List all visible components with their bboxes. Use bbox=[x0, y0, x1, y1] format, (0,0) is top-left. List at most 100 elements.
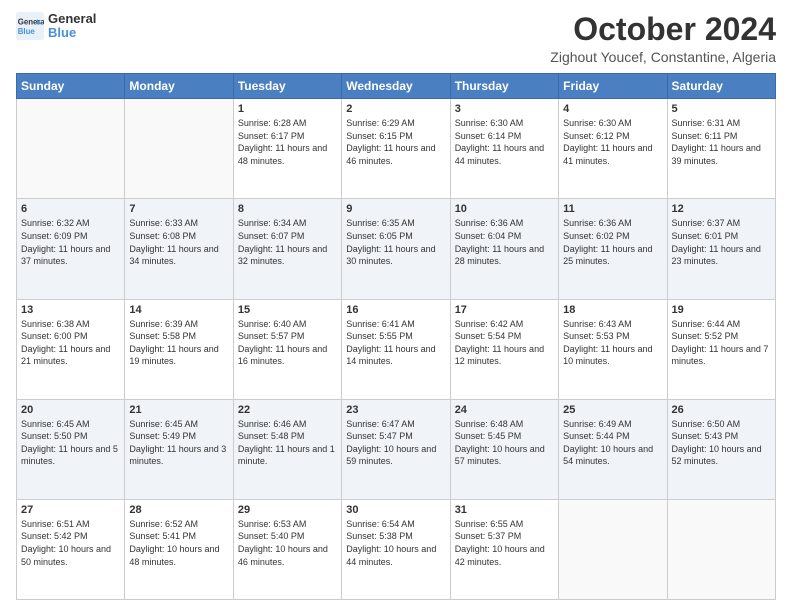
calendar-cell: 18 Sunrise: 6:43 AMSunset: 5:53 PMDayligh… bbox=[559, 299, 667, 399]
calendar-cell: 14Sunrise: 6:39 AMSunset: 5:58 PMDayligh… bbox=[125, 299, 233, 399]
calendar-cell: 24Sunrise: 6:48 AMSunset: 5:45 PMDayligh… bbox=[450, 399, 558, 499]
day-info: Sunrise: 6:34 AMSunset: 6:07 PMDaylight:… bbox=[238, 217, 337, 267]
calendar-header-sunday: Sunday bbox=[17, 74, 125, 99]
calendar-cell: 7 Sunrise: 6:33 AMSunset: 6:08 PMDaylight… bbox=[125, 199, 233, 299]
day-number: 3 bbox=[455, 103, 554, 115]
day-number: 17 bbox=[455, 304, 554, 316]
calendar-cell: 15 Sunrise: 6:40 AMSunset: 5:57 PMDayligh… bbox=[233, 299, 341, 399]
calendar-header-row: SundayMondayTuesdayWednesdayThursdayFrid… bbox=[17, 74, 776, 99]
day-number: 16 bbox=[346, 304, 445, 316]
calendar-cell: 9Sunrise: 6:35 AMSunset: 6:05 PMDaylight… bbox=[342, 199, 450, 299]
calendar-week-4: 20 Sunrise: 6:45 AMSunset: 5:50 PMDayligh… bbox=[17, 399, 776, 499]
day-info: Sunrise: 6:36 AMSunset: 6:04 PMDaylight:… bbox=[455, 217, 554, 267]
logo-text: General Blue bbox=[48, 12, 96, 41]
calendar-cell: 4 Sunrise: 6:30 AMSunset: 6:12 PMDaylight… bbox=[559, 99, 667, 199]
day-info: Sunrise: 6:50 AMSunset: 5:43 PMDaylight:… bbox=[672, 418, 771, 468]
calendar-cell bbox=[17, 99, 125, 199]
calendar-cell: 3 Sunrise: 6:30 AMSunset: 6:14 PMDaylight… bbox=[450, 99, 558, 199]
calendar-cell: 11 Sunrise: 6:36 AMSunset: 6:02 PMDayligh… bbox=[559, 199, 667, 299]
day-number: 11 bbox=[563, 203, 662, 215]
calendar-cell: 13 Sunrise: 6:38 AMSunset: 6:00 PMDayligh… bbox=[17, 299, 125, 399]
svg-text:Blue: Blue bbox=[18, 27, 36, 36]
calendar-cell: 19Sunrise: 6:44 AMSunset: 5:52 PMDayligh… bbox=[667, 299, 775, 399]
day-info: Sunrise: 6:42 AMSunset: 5:54 PMDaylight:… bbox=[455, 318, 554, 368]
day-info: Sunrise: 6:28 AMSunset: 6:17 PMDaylight:… bbox=[238, 117, 337, 167]
day-number: 31 bbox=[455, 504, 554, 516]
calendar-week-3: 13 Sunrise: 6:38 AMSunset: 6:00 PMDayligh… bbox=[17, 299, 776, 399]
page: General Blue General Blue October 2024 Z… bbox=[0, 0, 792, 612]
title-block: October 2024 Zighout Youcef, Constantine… bbox=[550, 12, 776, 65]
calendar-cell: 23 Sunrise: 6:47 AMSunset: 5:47 PMDayligh… bbox=[342, 399, 450, 499]
calendar-cell: 16 Sunrise: 6:41 AMSunset: 5:55 PMDayligh… bbox=[342, 299, 450, 399]
day-info: Sunrise: 6:30 AMSunset: 6:14 PMDaylight:… bbox=[455, 117, 554, 167]
day-info: Sunrise: 6:52 AMSunset: 5:41 PMDaylight:… bbox=[129, 518, 228, 568]
day-number: 29 bbox=[238, 504, 337, 516]
calendar-cell: 17 Sunrise: 6:42 AMSunset: 5:54 PMDayligh… bbox=[450, 299, 558, 399]
day-number: 15 bbox=[238, 304, 337, 316]
day-number: 18 bbox=[563, 304, 662, 316]
calendar-header-tuesday: Tuesday bbox=[233, 74, 341, 99]
calendar-week-2: 6 Sunrise: 6:32 AMSunset: 6:09 PMDaylight… bbox=[17, 199, 776, 299]
logo-line1: General bbox=[48, 12, 96, 26]
day-number: 25 bbox=[563, 404, 662, 416]
day-number: 19 bbox=[672, 304, 771, 316]
day-info: Sunrise: 6:38 AMSunset: 6:00 PMDaylight:… bbox=[21, 318, 120, 368]
day-info: Sunrise: 6:55 AMSunset: 5:37 PMDaylight:… bbox=[455, 518, 554, 568]
day-number: 13 bbox=[21, 304, 120, 316]
day-info: Sunrise: 6:30 AMSunset: 6:12 PMDaylight:… bbox=[563, 117, 662, 167]
day-number: 23 bbox=[346, 404, 445, 416]
calendar-cell: 12 Sunrise: 6:37 AMSunset: 6:01 PMDayligh… bbox=[667, 199, 775, 299]
svg-text:General: General bbox=[18, 18, 44, 27]
location: Zighout Youcef, Constantine, Algeria bbox=[550, 49, 776, 65]
calendar-cell: 1 Sunrise: 6:28 AMSunset: 6:17 PMDaylight… bbox=[233, 99, 341, 199]
calendar-cell bbox=[125, 99, 233, 199]
day-number: 27 bbox=[21, 504, 120, 516]
calendar-cell: 30Sunrise: 6:54 AMSunset: 5:38 PMDayligh… bbox=[342, 499, 450, 599]
calendar-cell bbox=[667, 499, 775, 599]
calendar-cell: 25 Sunrise: 6:49 AMSunset: 5:44 PMDayligh… bbox=[559, 399, 667, 499]
calendar-cell: 20 Sunrise: 6:45 AMSunset: 5:50 PMDayligh… bbox=[17, 399, 125, 499]
day-info: Sunrise: 6:51 AMSunset: 5:42 PMDaylight:… bbox=[21, 518, 120, 568]
day-info: Sunrise: 6:46 AMSunset: 5:48 PMDaylight:… bbox=[238, 418, 337, 468]
calendar-cell: 29Sunrise: 6:53 AMSunset: 5:40 PMDayligh… bbox=[233, 499, 341, 599]
calendar-header-thursday: Thursday bbox=[450, 74, 558, 99]
day-info: Sunrise: 6:40 AMSunset: 5:57 PMDaylight:… bbox=[238, 318, 337, 368]
day-number: 1 bbox=[238, 103, 337, 115]
day-info: Sunrise: 6:37 AMSunset: 6:01 PMDaylight:… bbox=[672, 217, 771, 267]
logo: General Blue General Blue bbox=[16, 12, 96, 41]
calendar-header-friday: Friday bbox=[559, 74, 667, 99]
day-info: Sunrise: 6:29 AMSunset: 6:15 PMDaylight:… bbox=[346, 117, 445, 167]
day-number: 4 bbox=[563, 103, 662, 115]
calendar-cell: 21Sunrise: 6:45 AMSunset: 5:49 PMDayligh… bbox=[125, 399, 233, 499]
day-number: 26 bbox=[672, 404, 771, 416]
day-info: Sunrise: 6:33 AMSunset: 6:08 PMDaylight:… bbox=[129, 217, 228, 267]
day-number: 9 bbox=[346, 203, 445, 215]
day-number: 6 bbox=[21, 203, 120, 215]
calendar-cell bbox=[559, 499, 667, 599]
calendar-header-wednesday: Wednesday bbox=[342, 74, 450, 99]
calendar-cell: 5Sunrise: 6:31 AMSunset: 6:11 PMDaylight… bbox=[667, 99, 775, 199]
day-number: 7 bbox=[129, 203, 228, 215]
calendar-cell: 28 Sunrise: 6:52 AMSunset: 5:41 PMDayligh… bbox=[125, 499, 233, 599]
day-info: Sunrise: 6:47 AMSunset: 5:47 PMDaylight:… bbox=[346, 418, 445, 468]
day-number: 21 bbox=[129, 404, 228, 416]
day-number: 20 bbox=[21, 404, 120, 416]
day-info: Sunrise: 6:43 AMSunset: 5:53 PMDaylight:… bbox=[563, 318, 662, 368]
day-info: Sunrise: 6:45 AMSunset: 5:50 PMDaylight:… bbox=[21, 418, 120, 468]
day-info: Sunrise: 6:36 AMSunset: 6:02 PMDaylight:… bbox=[563, 217, 662, 267]
day-number: 10 bbox=[455, 203, 554, 215]
calendar-header-monday: Monday bbox=[125, 74, 233, 99]
header: General Blue General Blue October 2024 Z… bbox=[16, 12, 776, 65]
day-number: 28 bbox=[129, 504, 228, 516]
day-info: Sunrise: 6:49 AMSunset: 5:44 PMDaylight:… bbox=[563, 418, 662, 468]
day-number: 5 bbox=[672, 103, 771, 115]
calendar-cell: 8 Sunrise: 6:34 AMSunset: 6:07 PMDaylight… bbox=[233, 199, 341, 299]
day-number: 14 bbox=[129, 304, 228, 316]
calendar-cell: 6 Sunrise: 6:32 AMSunset: 6:09 PMDaylight… bbox=[17, 199, 125, 299]
day-info: Sunrise: 6:41 AMSunset: 5:55 PMDaylight:… bbox=[346, 318, 445, 368]
day-info: Sunrise: 6:48 AMSunset: 5:45 PMDaylight:… bbox=[455, 418, 554, 468]
logo-icon: General Blue bbox=[16, 12, 44, 40]
day-number: 8 bbox=[238, 203, 337, 215]
day-info: Sunrise: 6:32 AMSunset: 6:09 PMDaylight:… bbox=[21, 217, 120, 267]
day-number: 12 bbox=[672, 203, 771, 215]
